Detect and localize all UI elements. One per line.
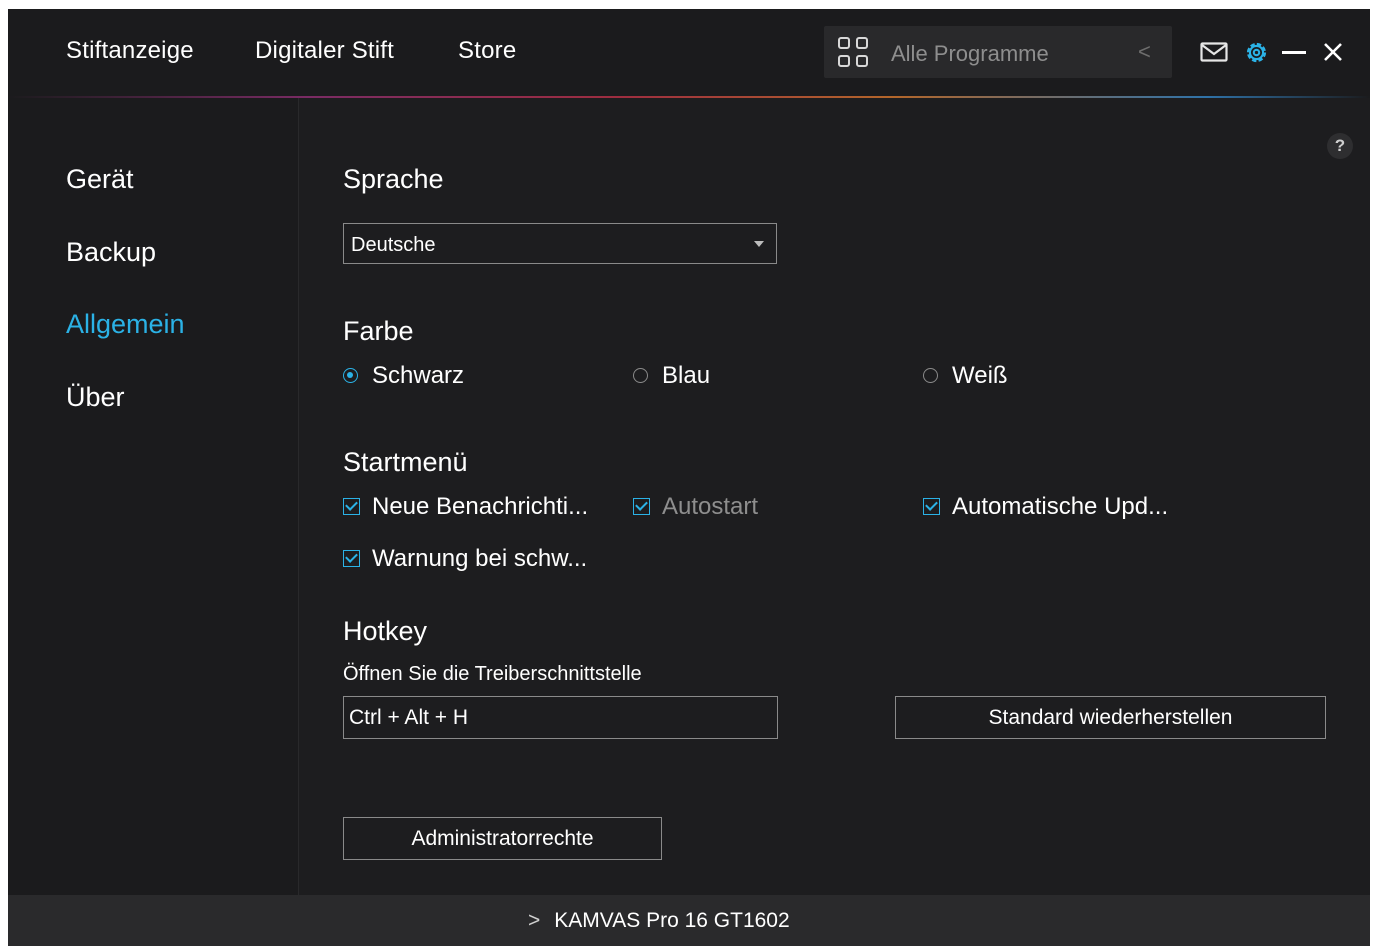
section-title-sprache: Sprache <box>343 164 444 194</box>
radio-label: Blau <box>662 362 711 389</box>
radio-label: Schwarz <box>372 362 465 389</box>
program-selector-label: Alle Programme <box>891 41 1049 66</box>
checkbox-checked-icon <box>633 498 650 515</box>
tab-store[interactable]: Store <box>458 37 516 65</box>
radio-unchecked-icon <box>923 368 938 383</box>
sidebar-item-backup[interactable]: Backup <box>66 237 156 268</box>
hotkey-description: Öffnen Sie die Treiberschnittstelle <box>343 663 642 685</box>
dropdown-arrow-icon <box>754 241 764 247</box>
program-selector[interactable]: Alle Programme < <box>824 26 1172 78</box>
radio-unchecked-icon <box>633 368 648 383</box>
grid-icon <box>838 37 870 69</box>
section-title-farbe: Farbe <box>343 316 414 346</box>
hotkey-input[interactable] <box>343 696 778 739</box>
sidebar-item-geraet[interactable]: Gerät <box>66 164 134 195</box>
main-panel: ? Sprache Deutsche Farbe Schwarz Blau We… <box>299 98 1370 895</box>
section-title-hotkey: Hotkey <box>343 616 428 646</box>
checkbox-label: Warnung bei schw... <box>372 545 588 572</box>
checkbox-checked-icon <box>343 498 360 515</box>
radio-label: Weiß <box>952 362 1008 389</box>
gear-icon[interactable] <box>1244 40 1269 65</box>
mail-icon[interactable] <box>1200 42 1228 62</box>
checkbox-label: Autostart <box>662 493 759 520</box>
app-window: Stiftanzeige Digitaler Stift Store Alle … <box>8 9 1370 946</box>
admin-rights-button[interactable]: Administratorrechte <box>343 817 662 860</box>
chevron-right-icon: > <box>528 909 541 932</box>
language-select-value: Deutsche <box>351 234 436 256</box>
top-bar: Stiftanzeige Digitaler Stift Store Alle … <box>8 9 1370 96</box>
checkbox-label: Neue Benachrichti... <box>372 493 589 520</box>
minimize-icon[interactable] <box>1282 51 1306 55</box>
tab-digitaler-stift[interactable]: Digitaler Stift <box>255 37 394 65</box>
sidebar-item-allgemein[interactable]: Allgemein <box>66 309 185 340</box>
help-icon[interactable]: ? <box>1327 133 1353 159</box>
tab-stiftanzeige[interactable]: Stiftanzeige <box>66 37 194 65</box>
close-icon[interactable] <box>1323 42 1343 62</box>
device-selector[interactable]: > KAMVAS Pro 16 GT1602 <box>528 909 790 933</box>
language-select[interactable]: Deutsche <box>343 223 777 264</box>
restore-default-button[interactable]: Standard wiederherstellen <box>895 696 1326 739</box>
radio-checked-icon <box>343 368 358 383</box>
sidebar-item-ueber[interactable]: Über <box>66 382 125 413</box>
device-name: KAMVAS Pro 16 GT1602 <box>554 909 790 932</box>
sidebar: Gerät Backup Allgemein Über <box>8 98 299 895</box>
section-title-startmenu: Startmenü <box>343 447 468 477</box>
device-bar: > KAMVAS Pro 16 GT1602 <box>8 895 1370 946</box>
checkbox-label: Automatische Upd... <box>952 493 1169 520</box>
checkbox-checked-icon <box>923 498 940 515</box>
checkbox-checked-icon <box>343 550 360 567</box>
chevron-left-icon[interactable]: < <box>1138 39 1151 65</box>
